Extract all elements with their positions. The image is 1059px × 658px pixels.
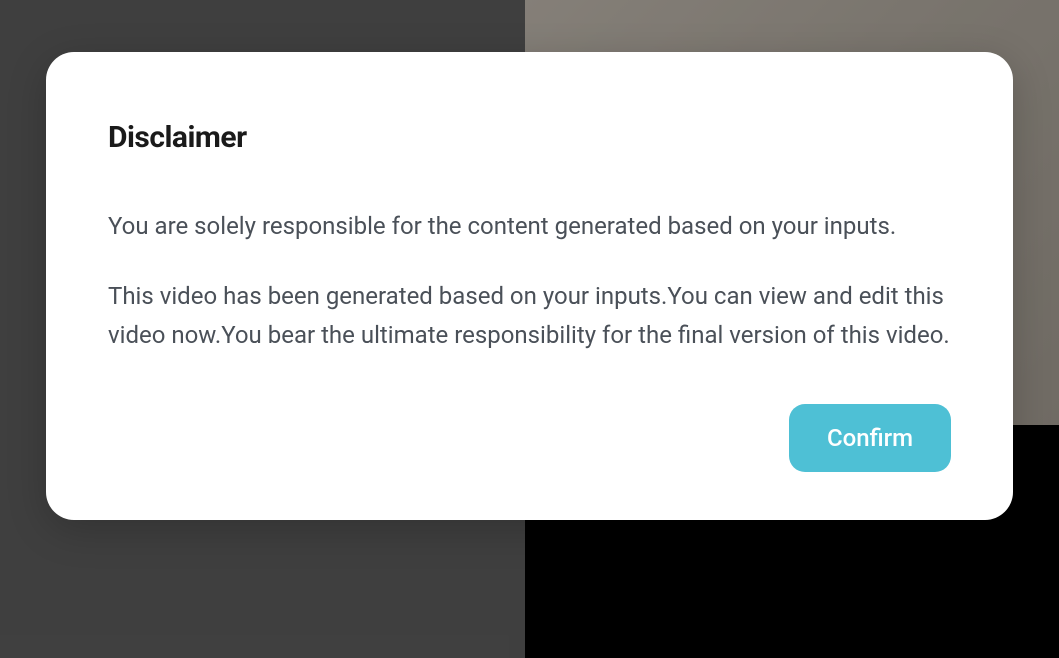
modal-paragraph-1: You are solely responsible for the conte… [108,207,951,247]
modal-paragraph-2: This video has been generated based on y… [108,277,951,356]
confirm-button[interactable]: Confirm [789,404,951,472]
modal-title: Disclaimer [108,120,951,155]
modal-actions: Confirm [108,404,951,472]
disclaimer-modal: Disclaimer You are solely responsible fo… [46,52,1013,520]
